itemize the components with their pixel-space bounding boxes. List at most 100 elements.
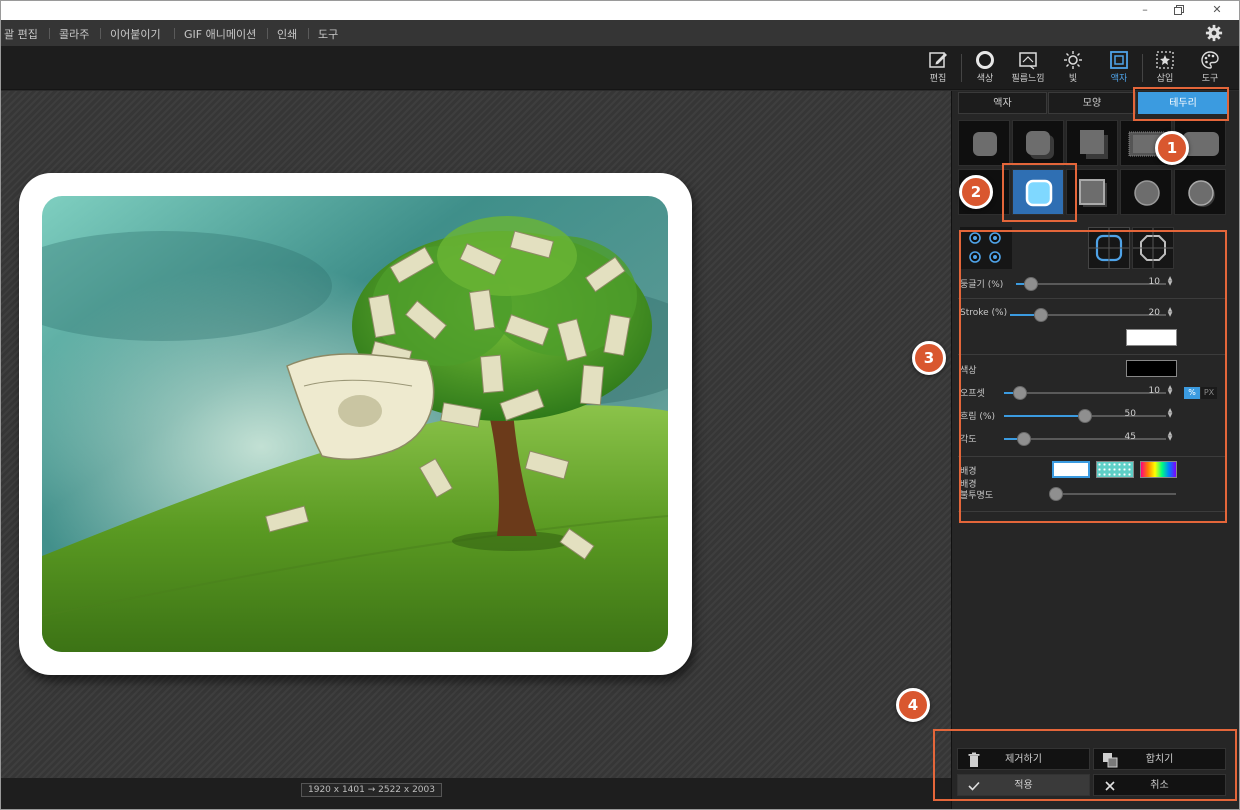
border-style-square-shadow[interactable]: [1066, 120, 1118, 166]
border-style-circle[interactable]: [1120, 169, 1172, 215]
corner-shape-rounded[interactable]: [1088, 227, 1130, 269]
remove-button[interactable]: 제거하기: [957, 748, 1090, 770]
restore-icon[interactable]: [1162, 2, 1196, 19]
background-opacity-slider-knob[interactable]: [1049, 487, 1063, 501]
gear-icon[interactable]: [1205, 24, 1223, 42]
menu-collage[interactable]: 콜라주: [59, 26, 89, 42]
chamfer-corner-icon: [1133, 228, 1173, 268]
background-dots-swatch[interactable]: [1096, 461, 1134, 478]
rounded-square-icon: [973, 132, 997, 156]
background-label: 배경: [960, 467, 977, 477]
cancel-button[interactable]: 취소: [1093, 774, 1226, 796]
border-style-rounded-stroke-selected[interactable]: [1012, 169, 1064, 215]
border-style-rounded-flat[interactable]: [958, 120, 1010, 166]
editing-toolbar: 편집 색상 필름느낌 빛 액자 삽입 도구: [1, 46, 1239, 90]
photo-image: [42, 196, 668, 652]
edit-icon: [929, 52, 947, 68]
offset-label: 오프셋: [960, 389, 985, 399]
stroke-spinner[interactable]: ▲ ▼: [1166, 307, 1174, 318]
menu-print[interactable]: 인쇄: [277, 26, 297, 42]
merge-button[interactable]: 합치기: [1093, 748, 1226, 770]
border-style-circle-shadow[interactable]: [1174, 169, 1226, 215]
tool-tools[interactable]: 도구: [1188, 50, 1232, 88]
menu-stitch[interactable]: 이어붙이기: [110, 26, 161, 42]
close-icon[interactable]: ✕: [1200, 2, 1234, 19]
offset-value[interactable]: 10: [1136, 386, 1160, 396]
background-white-swatch[interactable]: [1052, 461, 1090, 478]
annotation-marker-4: 4: [896, 688, 930, 722]
shadow-color-swatch[interactable]: [1126, 360, 1177, 377]
circle-icon: [1134, 180, 1160, 206]
annotation-marker-2: 2: [959, 175, 993, 209]
tool-insert[interactable]: 삽입: [1143, 50, 1187, 88]
roundness-value[interactable]: 10: [1136, 277, 1160, 287]
angle-slider[interactable]: [1004, 432, 1166, 446]
corner-shape-chamfer[interactable]: [1132, 227, 1174, 269]
blur-value[interactable]: 50: [1112, 409, 1136, 419]
framed-photo: [19, 173, 692, 675]
x-icon: [1105, 781, 1115, 791]
menu-gif-animation[interactable]: GIF 애니메이션: [184, 26, 256, 42]
unit-percent-button[interactable]: %: [1184, 387, 1200, 399]
divider: [958, 298, 1226, 299]
blur-slider-knob[interactable]: [1078, 409, 1092, 423]
angle-label: 각도: [960, 435, 977, 445]
menu-separator: [174, 28, 175, 39]
square-stroke-icon: [1079, 179, 1107, 207]
menu-separator: [308, 28, 309, 39]
palette-icon: [1201, 51, 1219, 69]
apply-button[interactable]: 적용: [957, 774, 1090, 796]
circle-shadow-icon: [1188, 180, 1215, 207]
stroke-value[interactable]: 20: [1136, 308, 1160, 318]
tool-film[interactable]: 필름느낌: [1006, 50, 1050, 88]
checkmark-icon: [968, 781, 980, 791]
roundness-label: 둥글기 (%): [960, 280, 1004, 290]
roundness-spinner[interactable]: ▲ ▼: [1166, 276, 1174, 287]
stroke-slider-knob[interactable]: [1034, 308, 1049, 322]
rounded-corner-icon: [1089, 228, 1129, 268]
frame-settings-panel: 액자 모양 테두리 둥글기 (%) 10 ▲ ▼ Stroke (%) 20 ▲…: [951, 91, 1239, 809]
tab-border[interactable]: 테두리: [1138, 92, 1228, 114]
status-bar: 1920 x 1401 → 2522 x 2003: [1, 778, 951, 809]
unit-px-button[interactable]: PX: [1201, 387, 1217, 399]
background-gradient-swatch[interactable]: [1140, 461, 1177, 478]
tab-frame[interactable]: 액자: [958, 92, 1047, 114]
border-style-rounded-shadow[interactable]: [1012, 120, 1064, 166]
divider: [958, 354, 1226, 355]
offset-spinner[interactable]: ▲ ▼: [1166, 385, 1174, 396]
tool-frame[interactable]: 액자: [1097, 50, 1141, 88]
background-opacity-slider[interactable]: [1049, 487, 1176, 501]
border-style-square-stroke[interactable]: [1066, 169, 1118, 215]
image-size-readout: 1920 x 1401 → 2522 x 2003: [301, 783, 442, 797]
trash-icon: [968, 752, 980, 767]
tool-light[interactable]: 빛: [1051, 50, 1095, 88]
four-corners-icon: [969, 232, 1001, 263]
angle-spinner[interactable]: ▲ ▼: [1166, 431, 1174, 442]
tool-edit[interactable]: 편집: [916, 50, 960, 88]
blur-spinner[interactable]: ▲ ▼: [1166, 408, 1174, 419]
light-icon: [1064, 51, 1082, 69]
color-circle-icon: [976, 51, 994, 69]
menu-batch-edit[interactable]: 괄 편집: [4, 26, 38, 42]
image-canvas[interactable]: [1, 91, 951, 778]
square-shadow-icon: [1080, 130, 1108, 159]
minimize-icon[interactable]: –: [1128, 2, 1162, 19]
menu-tools[interactable]: 도구: [318, 26, 338, 42]
photo-editor-window: – ✕ 괄 편집 콜라주 이어붙이기 GIF 애니메이션 인쇄 도구 편집 색상…: [0, 0, 1240, 810]
menu-separator: [100, 28, 101, 39]
blur-label: 흐림 (%): [960, 412, 995, 422]
stroke-color-swatch[interactable]: [1126, 329, 1177, 346]
money-tree-photo: [42, 196, 668, 652]
offset-slider-knob[interactable]: [1013, 386, 1028, 400]
color-label: 색상: [960, 366, 977, 376]
blur-slider[interactable]: [1004, 409, 1166, 423]
angle-slider-knob[interactable]: [1017, 432, 1032, 446]
tool-color[interactable]: 색상: [963, 50, 1007, 88]
film-icon: [1019, 52, 1037, 70]
tab-shape[interactable]: 모양: [1048, 92, 1136, 114]
rounded-stroke-square-icon: [1025, 179, 1053, 207]
corner-mode-all[interactable]: [960, 227, 1012, 269]
angle-value[interactable]: 45: [1112, 432, 1136, 442]
roundness-slider-knob[interactable]: [1024, 277, 1038, 291]
title-bar: – ✕: [1, 1, 1239, 20]
